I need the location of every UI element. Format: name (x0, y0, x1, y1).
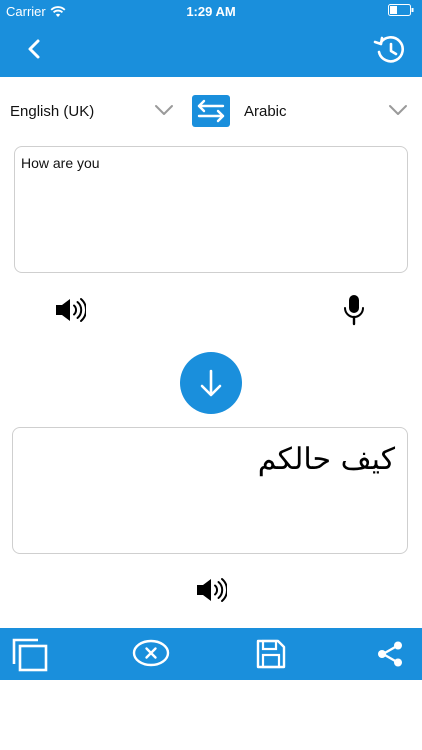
target-language-dropdown[interactable] (388, 103, 408, 117)
language-selector-row: English (UK) Arabic (0, 94, 422, 130)
arrow-down-icon (200, 369, 222, 397)
translated-text: كيف حالكم (257, 442, 395, 477)
copy-button[interactable] (12, 638, 48, 672)
clear-button[interactable] (132, 638, 170, 668)
target-language-label[interactable]: Arabic (244, 103, 287, 120)
share-icon (378, 641, 402, 667)
source-language-label[interactable]: English (UK) (10, 103, 94, 120)
battery-icon (388, 4, 414, 16)
chevron-left-icon (28, 39, 40, 59)
source-language-dropdown[interactable] (154, 103, 174, 117)
nav-bar (0, 22, 422, 77)
speaker-icon (197, 578, 227, 602)
history-icon (373, 36, 404, 63)
speaker-icon (56, 298, 86, 322)
bottom-toolbar (0, 628, 422, 680)
microphone-icon (344, 295, 364, 326)
chevron-down-icon (155, 105, 173, 115)
status-bar: Carrier 1:29 AM (0, 0, 422, 22)
status-time: 1:29 AM (186, 4, 236, 19)
translate-button[interactable] (180, 352, 242, 414)
history-button[interactable] (372, 32, 408, 68)
swap-arrows-icon (197, 99, 225, 123)
swap-languages-button[interactable] (192, 95, 230, 127)
output-speak-button[interactable] (195, 576, 227, 604)
share-button[interactable] (376, 640, 404, 668)
source-speak-button[interactable] (54, 296, 86, 324)
translated-text-output: كيف حالكم (12, 427, 408, 554)
save-button[interactable] (256, 639, 286, 669)
chevron-down-icon (389, 105, 407, 115)
microphone-button[interactable] (342, 294, 366, 326)
status-right (388, 4, 414, 16)
source-text-input[interactable]: How are you (14, 146, 408, 273)
save-icon (256, 639, 286, 669)
copy-icon (12, 638, 48, 672)
back-button[interactable] (20, 34, 50, 64)
clear-icon (132, 639, 170, 667)
